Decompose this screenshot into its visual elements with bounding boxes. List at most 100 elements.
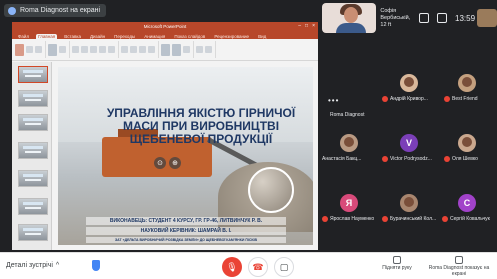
slide-thumbnail[interactable]	[18, 114, 48, 131]
participant-avatar: C	[458, 194, 476, 212]
participant-name: Оля Шевко	[452, 156, 478, 162]
cut-icon[interactable]	[26, 46, 33, 53]
copy-icon[interactable]	[35, 46, 42, 53]
ribbon-group-drawing	[161, 41, 194, 58]
align-left-icon[interactable]	[121, 46, 128, 53]
underline-icon[interactable]	[90, 46, 97, 53]
raise-hand-button[interactable]: Підняти руку	[374, 256, 420, 271]
main-slide[interactable]: УПРАВЛІННЯ ЯКІСТЮ ГІРНИЧОЇ МАСИ ПРИ ВИРО…	[58, 67, 313, 245]
raise-hand-label: Підняти руку	[382, 265, 412, 271]
replace-icon[interactable]	[205, 46, 212, 53]
pin-icon[interactable]: ⊙	[154, 157, 166, 169]
participant-name-row: Андрій Кривор...	[382, 96, 428, 102]
ribbon-group-editing	[196, 41, 216, 58]
ribbon-tab-view[interactable]: Вид	[256, 34, 268, 39]
ppt-window-title: Microsoft PowerPoint	[143, 24, 187, 29]
slide-thumbnails	[12, 62, 52, 250]
ribbon-tab-insert[interactable]: Вставка	[62, 34, 83, 39]
slide-thumbnail[interactable]	[18, 66, 48, 83]
numbering-icon[interactable]	[148, 46, 155, 53]
participant-tile[interactable]: Я Ярослав Науменко	[320, 186, 378, 230]
mic-off-icon	[322, 216, 328, 222]
participant-tile[interactable]: Best Friend	[438, 66, 496, 110]
maximize-icon[interactable]: □	[305, 23, 308, 29]
mic-toggle-button[interactable]: 🎙	[222, 257, 242, 277]
ribbon-tab-animation[interactable]: Анимация	[142, 34, 167, 39]
self-view-face	[344, 7, 358, 23]
ribbon-tab-design[interactable]: Дизайн	[88, 34, 107, 39]
font-color-icon[interactable]	[99, 46, 106, 53]
bullets-icon[interactable]	[139, 46, 146, 53]
more-options-icon[interactable]: •••	[328, 96, 339, 105]
participant-name: Roma Diagnost	[330, 112, 365, 118]
find-icon[interactable]	[196, 46, 203, 53]
gravel-closeup-image	[248, 167, 294, 213]
chevron-up-icon: ^	[55, 262, 60, 269]
ribbon-tab-home[interactable]: Главная	[36, 34, 58, 39]
layout-icon[interactable]	[59, 46, 66, 53]
styles-icon[interactable]	[183, 46, 190, 53]
participant-name: Ярослав Науменко	[330, 216, 375, 222]
bold-icon[interactable]	[72, 46, 79, 53]
zoom-icon[interactable]: ⊕	[169, 157, 181, 169]
close-icon[interactable]: ×	[312, 23, 315, 29]
present-screen-icon	[455, 256, 463, 264]
align-center-icon[interactable]	[130, 46, 137, 53]
arrange-icon[interactable]	[172, 43, 181, 56]
participant-name-row: Roma Diagnost	[330, 112, 364, 118]
shapes-icon[interactable]	[161, 43, 170, 56]
ribbon-tab-transitions[interactable]: Переходы	[112, 34, 137, 39]
participant-tile[interactable]: Бурачинський Кол...	[380, 186, 438, 230]
chat-icon[interactable]	[437, 13, 448, 23]
people-icon[interactable]	[419, 13, 430, 23]
participant-tile[interactable]: Андрій Кривор...	[380, 66, 438, 110]
presentation-area: Microsoft PowerPoint – □ × Файл Главная …	[0, 20, 318, 252]
ppt-ribbon	[12, 39, 318, 61]
participant-avatar	[458, 74, 476, 92]
clock-text: 13:59	[455, 13, 476, 23]
presenting-label: Roma Diagnost показує на екрані	[428, 265, 490, 277]
ribbon-tab-slideshow[interactable]: Показ слайдов	[172, 34, 207, 39]
ribbon-group-font	[72, 41, 119, 58]
participant-tile[interactable]: Анастасія Бакц...	[320, 126, 378, 170]
mini-video-tile[interactable]	[477, 9, 497, 27]
slide-org-line: ЗАТ «ДЕЛЬТА ВИРОБНИЧИЙ РОЗВІДКА ЗЕМЛИ» Д…	[86, 237, 286, 243]
ribbon-tab-review[interactable]: Рецензирование	[212, 34, 251, 39]
participant-tile[interactable]: C Сергій Ковальчук	[438, 186, 496, 230]
slide-thumbnail[interactable]	[18, 170, 48, 187]
top-right-panel: Софія Вербиській, 12 ft 13:59	[318, 0, 497, 36]
participant-avatar	[458, 134, 476, 152]
slide-thumbnail[interactable]	[18, 198, 48, 215]
slide-title: УПРАВЛІННЯ ЯКІСТЮ ГІРНИЧОЇ МАСИ ПРИ ВИРО…	[106, 106, 296, 146]
presenting-status-button[interactable]: Roma Diagnost показує на екрані	[428, 256, 490, 277]
meeting-details-button[interactable]: Деталі зустрічі ^	[6, 262, 59, 269]
self-view-name: Софія Вербиській, 12 ft	[380, 7, 411, 28]
participant-tile[interactable]: Оля Шевко	[438, 126, 496, 170]
self-view-tile[interactable]	[322, 3, 377, 33]
shield-icon[interactable]	[92, 260, 100, 271]
mic-off-icon	[442, 216, 448, 222]
slide-thumbnail[interactable]	[18, 224, 48, 241]
italic-icon[interactable]	[81, 46, 88, 53]
slide-thumbnail[interactable]	[18, 90, 48, 107]
meeting-details-label: Деталі зустрічі	[6, 262, 53, 269]
ribbon-tab-file[interactable]: Файл	[16, 34, 31, 39]
participant-tile[interactable]: V Victor Podrysodz...	[380, 126, 438, 170]
font-size-icon[interactable]	[108, 46, 115, 53]
new-slide-icon[interactable]	[48, 43, 57, 56]
ribbon-group-clipboard	[15, 41, 46, 58]
meeting-controls-bar: Деталі зустрічі ^ 🎙 ☎ ▢ Підняти руку Rom…	[0, 252, 497, 279]
presentation-overlay: ⊙ ⊕	[154, 157, 181, 169]
slide-thumbnail[interactable]	[18, 142, 48, 159]
paste-icon[interactable]	[15, 43, 24, 56]
participant-avatar	[400, 194, 418, 212]
participant-name-row: Ярослав Науменко	[322, 216, 374, 222]
ppt-ribbon-tabs: Файл Главная Вставка Дизайн Переходы Ани…	[12, 31, 318, 39]
mic-off-icon: 🎙	[226, 261, 238, 272]
leave-call-button[interactable]: ☎	[248, 257, 268, 277]
participant-name: Best Friend	[452, 96, 478, 102]
participant-name-row: Сергій Ковальчук	[442, 216, 490, 222]
participant-tile[interactable]: ••• Roma Diagnost	[320, 82, 378, 126]
minimize-icon[interactable]: –	[298, 23, 301, 29]
camera-toggle-button[interactable]: ▢	[274, 257, 294, 277]
